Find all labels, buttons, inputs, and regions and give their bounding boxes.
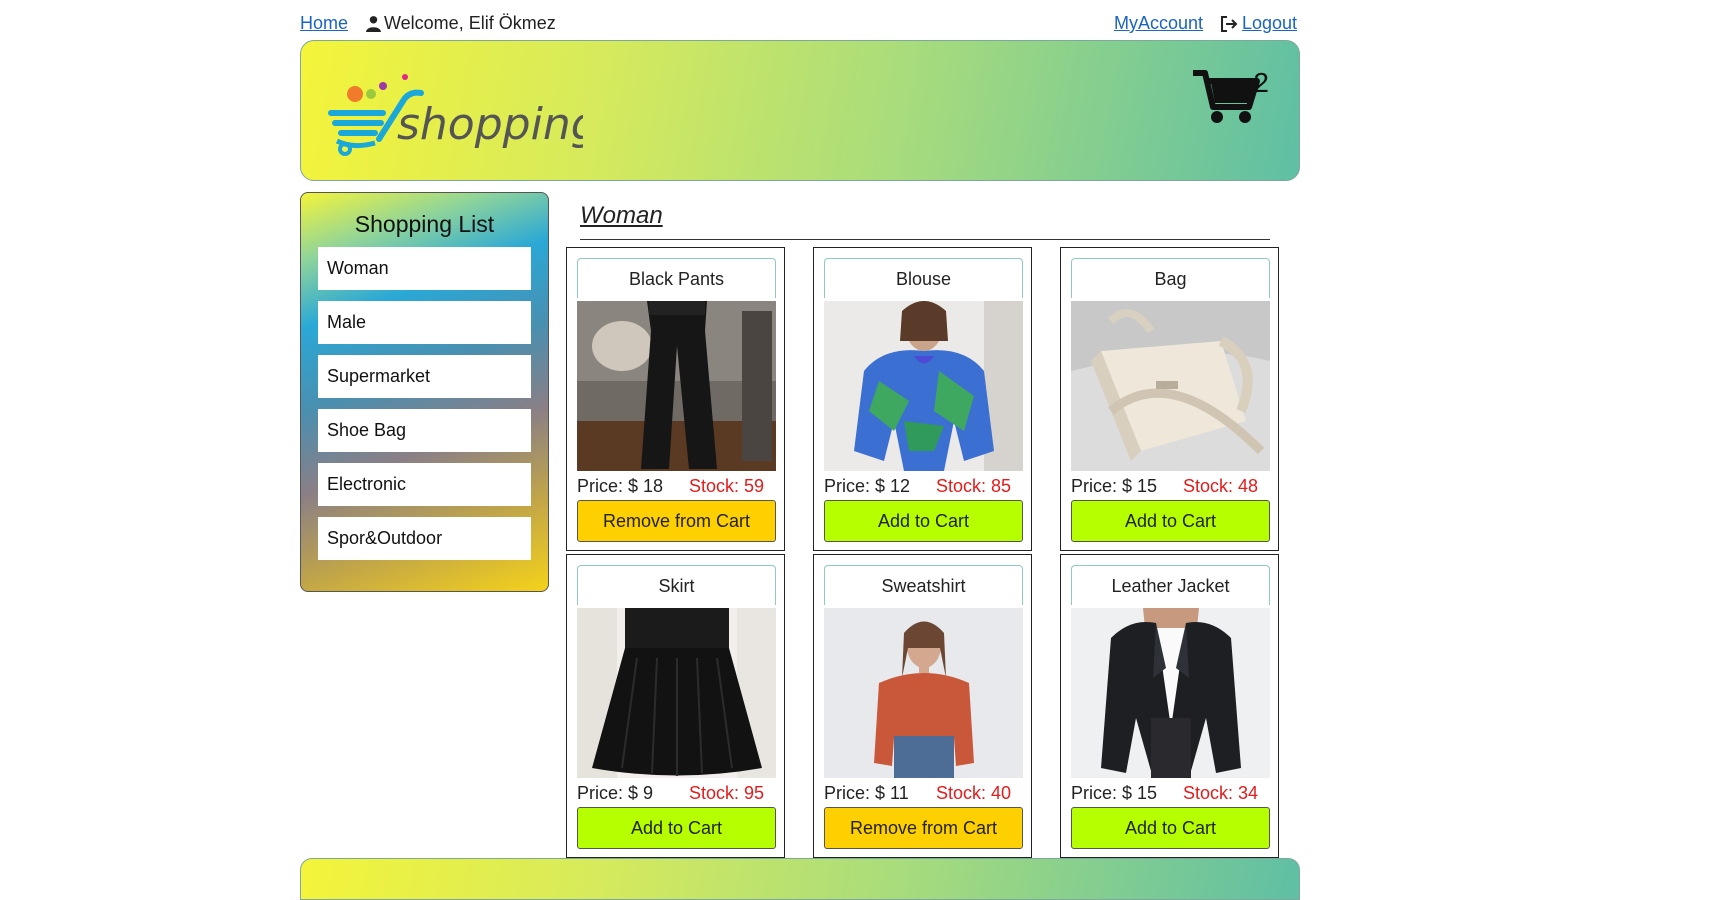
category-title: Woman: [580, 202, 663, 229]
logo-text: shopping: [397, 99, 583, 150]
sidebar-title: Shopping List: [354, 211, 495, 237]
product-stock: Stock: 85: [936, 476, 1012, 496]
sidebar-item-spor-outdoor[interactable]: Spor&Outdoor: [318, 517, 531, 560]
product-card: Skirt Price: $ 9 Stock: 95 Add to Cart: [566, 554, 785, 858]
category-sidebar: Shopping List Woman Male Supermarket Sho…: [300, 192, 549, 592]
remove-from-cart-button[interactable]: Remove from Cart: [577, 500, 776, 542]
skirt-image: [577, 608, 776, 778]
leather-jacket-image: [1071, 608, 1270, 778]
category-divider: [580, 239, 1270, 240]
product-image[interactable]: [824, 608, 1023, 778]
product-price: Price: $ 9: [577, 783, 654, 803]
sidebar-item-woman[interactable]: Woman: [318, 247, 531, 290]
logout-icon: [1221, 15, 1238, 32]
header-banner: shopping 2: [300, 40, 1300, 181]
product-name: Sweatshirt: [824, 565, 1023, 605]
add-to-cart-button[interactable]: Add to Cart: [1071, 500, 1270, 542]
product-card: Bag Price: $ 15 Stock: 48 Add to Cart: [1060, 247, 1279, 551]
sweatshirt-image: [824, 608, 1023, 778]
product-image[interactable]: [1071, 608, 1270, 778]
product-stock: Stock: 34: [1183, 783, 1259, 803]
user-icon: [366, 16, 381, 32]
bag-image: [1071, 301, 1270, 471]
blouse-image: [824, 301, 1023, 471]
product-image[interactable]: [824, 301, 1023, 471]
product-card: Leather Jacket Price: $ 15 Stock: 34 Add…: [1060, 554, 1279, 858]
product-price: Price: $ 18: [577, 476, 664, 496]
sidebar-item-supermarket[interactable]: Supermarket: [318, 355, 531, 398]
product-stock: Stock: 48: [1183, 476, 1259, 496]
product-price: Price: $ 11: [824, 783, 909, 803]
home-link[interactable]: Home: [300, 13, 348, 34]
add-to-cart-button[interactable]: Add to Cart: [824, 500, 1023, 542]
sidebar-item-shoe-bag[interactable]: Shoe Bag: [318, 409, 531, 452]
product-name: Skirt: [577, 565, 776, 605]
add-to-cart-button[interactable]: Add to Cart: [577, 807, 776, 849]
product-card: Blouse Price: $ 12 Stock: 85 Add to Cart: [813, 247, 1032, 551]
product-stock: Stock: 59: [689, 476, 765, 496]
product-name: Black Pants: [577, 258, 776, 298]
product-price: Price: $ 15: [1071, 476, 1158, 496]
product-image[interactable]: [577, 608, 776, 778]
product-stock: Stock: 95: [689, 783, 765, 803]
product-name: Blouse: [824, 258, 1023, 298]
top-bar: Home Welcome, Elif Ökmez MyAccount Logou…: [300, 11, 1300, 37]
welcome-message: Welcome, Elif Ökmez: [365, 13, 556, 34]
product-name: Bag: [1071, 258, 1270, 298]
sidebar-item-male[interactable]: Male: [318, 301, 531, 344]
black-pants-image: [577, 301, 776, 471]
product-image[interactable]: [577, 301, 776, 471]
product-price: Price: $ 12: [824, 476, 911, 496]
remove-from-cart-button[interactable]: Remove from Cart: [824, 807, 1023, 849]
add-to-cart-button[interactable]: Add to Cart: [1071, 807, 1270, 849]
logout-link[interactable]: Logout: [1220, 13, 1297, 34]
product-name: Leather Jacket: [1071, 565, 1270, 605]
product-card: Sweatshirt Price: $ 11 Stock: 40 Remove …: [813, 554, 1032, 858]
product-stock: Stock: 40: [936, 783, 1012, 803]
footer: [300, 858, 1300, 900]
page: Home Welcome, Elif Ökmez MyAccount Logou…: [0, 0, 1723, 900]
shopping-logo[interactable]: shopping: [323, 61, 583, 161]
product-card: Black Pants Price: $ 18 Stock: 59 Remove…: [566, 247, 785, 551]
cart-count-badge: 2: [1253, 67, 1269, 98]
logout-label[interactable]: Logout: [1242, 13, 1297, 34]
product-image[interactable]: [1071, 301, 1270, 471]
sidebar-item-electronic[interactable]: Electronic: [318, 463, 531, 506]
my-account-link[interactable]: MyAccount: [1114, 13, 1203, 34]
welcome-text: Welcome, Elif Ökmez: [384, 13, 556, 33]
product-price: Price: $ 15: [1071, 783, 1158, 803]
